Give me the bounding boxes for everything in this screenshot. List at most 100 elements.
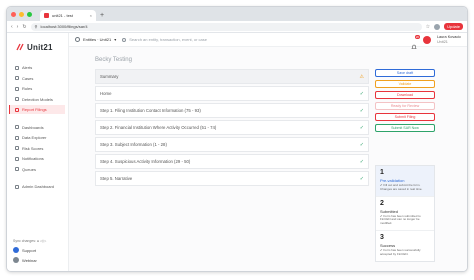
sidebar-item-report-filings[interactable]: Report Filings	[9, 105, 65, 114]
profile-icon[interactable]	[434, 23, 441, 30]
step-label: Home	[100, 91, 112, 96]
support-link[interactable]: Support	[13, 247, 46, 253]
model-icon	[15, 97, 19, 101]
risk-icon	[15, 146, 19, 150]
reload-icon[interactable]: ↻	[22, 24, 26, 30]
webinar-link[interactable]: Webinar	[13, 257, 46, 263]
back-icon[interactable]: ‹	[11, 24, 13, 30]
browser-tab[interactable]: unit21 - test ×	[40, 10, 96, 21]
user-menu[interactable]: Laura Kovacic Unit21	[437, 35, 461, 44]
explorer-icon	[15, 135, 19, 140]
step-label: Step 1. Filing Institution Contact Infor…	[100, 108, 201, 113]
favicon-icon	[44, 13, 49, 18]
sidebar-item-alerts[interactable]: Alerts	[7, 63, 68, 72]
check-icon: ✓	[359, 107, 364, 114]
logo-text: Unit21	[27, 42, 53, 52]
check-icon: ✓	[359, 175, 364, 182]
globe-icon	[75, 37, 80, 42]
sidebar-footer: Sync changes: ● ◁ ▷ Support Webinar	[13, 239, 46, 263]
queue-icon	[15, 167, 19, 171]
unit21-logo[interactable]: Unit21	[7, 33, 68, 55]
save-draft-button[interactable]: Save draft	[375, 69, 435, 77]
browser-extension-area: ☆ Update	[426, 23, 463, 30]
sidebar-item-rules[interactable]: Rules	[7, 84, 68, 93]
download-button[interactable]: Download	[375, 91, 435, 99]
workflow-step-title: Submitted	[380, 208, 399, 214]
filing-workflow-status: 1 Pre-validation ✔ Fill out and submit t…	[375, 165, 435, 262]
workflow-step: 1 Pre-validation ✔ Fill out and submit t…	[376, 166, 434, 197]
address-bar[interactable]: ⚲ localhost:3000/filings/sar/4	[30, 22, 422, 31]
sidebar-item-data-explorer[interactable]: Data Explorer	[7, 133, 68, 142]
browser-tabbar: unit21 - test × +	[7, 7, 467, 21]
sidebar-item-notifications[interactable]: Notifications	[7, 154, 68, 163]
sidebar-nav: Alerts Cases Rules Detection Models Repo…	[7, 63, 68, 191]
support-icon	[13, 247, 19, 253]
sidebar-item-label: Admin Dashboard	[22, 184, 55, 189]
forward-icon[interactable]: ›	[17, 24, 19, 30]
webinar-label: Webinar	[22, 257, 37, 263]
check-icon: ✓	[359, 158, 364, 165]
notification-badge: 20	[414, 34, 420, 39]
sidebar-item-queues[interactable]: Queues	[7, 165, 68, 174]
org-selector[interactable]: Entities · Unit21 ▾	[75, 37, 116, 42]
step-2[interactable]: Step 2. Financial Institution Where Acti…	[95, 120, 369, 135]
report-icon	[15, 107, 19, 112]
sidebar-item-label: Rules	[22, 86, 33, 91]
tab-close-icon[interactable]: ×	[90, 13, 92, 18]
sidebar-item-cases[interactable]: Cases	[7, 74, 68, 83]
page-title: Becky Testing	[95, 57, 132, 63]
sidebar-item-admin-dashboard[interactable]: Admin Dashboard	[7, 182, 68, 191]
bell-icon	[411, 44, 417, 49]
avatar[interactable]	[422, 35, 431, 44]
tab-title: unit21 - test	[52, 13, 73, 18]
maximize-window-button[interactable]	[27, 11, 32, 17]
check-icon: ✓	[359, 124, 364, 131]
rules-icon	[15, 86, 19, 91]
admin-icon	[15, 184, 19, 189]
new-tab-button[interactable]: +	[100, 10, 104, 21]
global-search[interactable]: Search an entity, transaction, event, or…	[122, 37, 405, 42]
org-label: Entities · Unit21	[83, 37, 112, 42]
step-home[interactable]: Home ✓	[95, 86, 369, 101]
workflow-step-desc: ✔ Fill out and submit the form. Changes …	[380, 183, 423, 191]
ready-for-review-button[interactable]: Ready for Review	[375, 102, 435, 110]
step-label: Step 4. Suspicious Activity Information …	[100, 159, 191, 164]
check-icon: ✓	[359, 90, 364, 97]
workflow-step: 3 Success ✔ Form has been successfully a…	[376, 231, 434, 261]
step-summary[interactable]: Summary ⚠	[95, 69, 369, 84]
bell-icon	[15, 156, 19, 161]
step-4[interactable]: Step 4. Suspicious Activity Information …	[95, 154, 369, 169]
lock-icon: ⚲	[34, 24, 38, 29]
update-button[interactable]: Update	[444, 23, 463, 30]
webinar-icon	[13, 257, 19, 263]
submit-filing-button[interactable]: Submit Filing	[375, 113, 435, 121]
step-5[interactable]: Step 5. Narrative ✓	[95, 171, 369, 186]
close-window-button[interactable]	[11, 11, 16, 17]
sidebar-item-label: Notifications	[22, 156, 44, 161]
sync-status: Sync changes: ● ◁ ▷	[13, 239, 47, 243]
star-icon[interactable]: ☆	[426, 24, 430, 30]
step-3[interactable]: Step 3. Subject Information (1 - 28) ✓	[95, 137, 369, 152]
filing-actions: Save draft Validate Download Ready for R…	[375, 69, 435, 135]
app: Unit21 Alerts Cases Rules Detection Mode…	[7, 33, 467, 271]
workflow-step-desc: ✔ Form has been successfully accepted by…	[380, 247, 421, 256]
chevron-down-icon: ▾	[114, 37, 117, 42]
sidebar-item-dashboards[interactable]: Dashboards	[7, 123, 68, 132]
notifications-button[interactable]: 20	[411, 34, 420, 49]
window-controls	[11, 7, 32, 21]
user-name: Laura Kovacic	[436, 34, 461, 39]
step-label: Step 2. Financial Institution Where Acti…	[100, 125, 217, 130]
sidebar-item-label: Detection Models	[22, 96, 53, 102]
browser-window: unit21 - test × + ‹ › ↻ ⚲ localhost:3000…	[6, 6, 468, 272]
sidebar-item-label: Dashboards	[22, 124, 44, 130]
sidebar-item-risk-scores[interactable]: Risk Scores	[7, 144, 68, 153]
url-text: localhost:3000/filings/sar/4	[40, 24, 88, 29]
sidebar-item-label: Cases	[22, 75, 34, 81]
sidebar: Unit21 Alerts Cases Rules Detection Mode…	[7, 33, 69, 271]
submit-sar-button[interactable]: Submit SAR Now	[375, 124, 435, 132]
sidebar-item-detection-models[interactable]: Detection Models	[7, 95, 68, 104]
validate-button[interactable]: Validate	[375, 80, 435, 88]
sidebar-item-label: Queues	[22, 166, 37, 172]
step-1[interactable]: Step 1. Filing Institution Contact Infor…	[95, 103, 369, 118]
minimize-window-button[interactable]	[19, 11, 24, 17]
